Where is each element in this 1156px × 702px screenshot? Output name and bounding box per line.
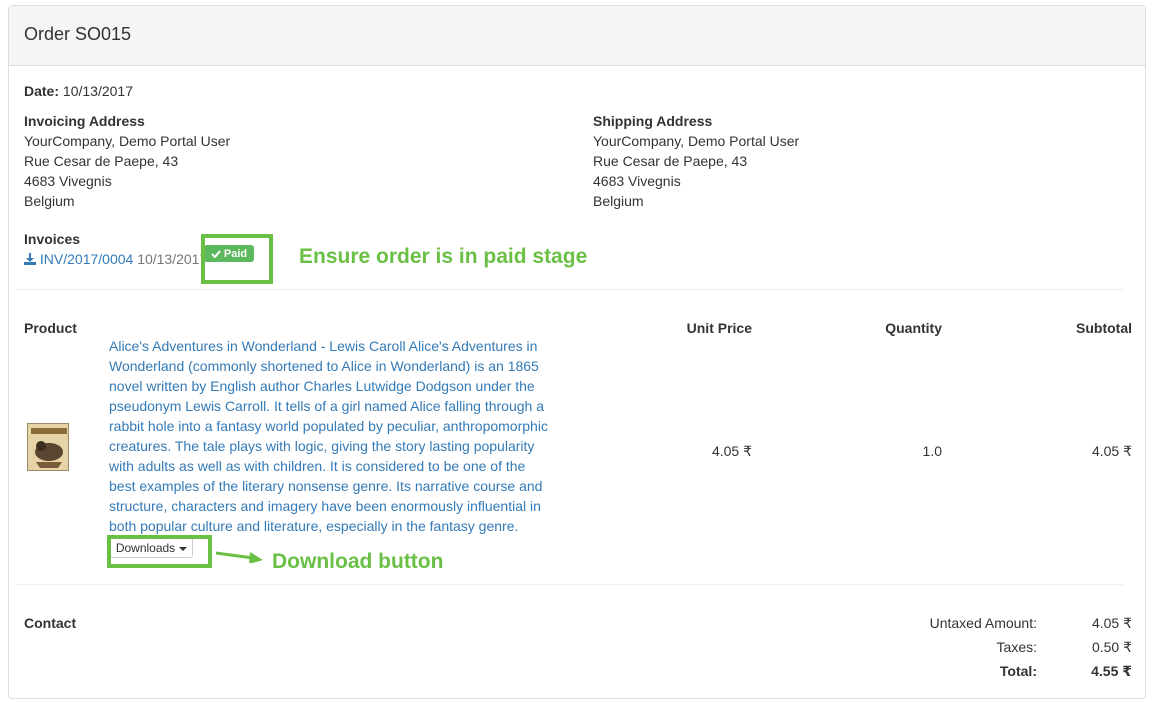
panel-header: Order SO015: [9, 6, 1145, 66]
taxes-label: Taxes:: [996, 639, 1037, 655]
paid-highlight-box: [201, 234, 273, 284]
invoice-date: 10/13/2017: [137, 251, 208, 267]
shipping-line: Rue Cesar de Paepe, 43: [593, 153, 748, 169]
invoicing-heading: Invoicing Address: [24, 113, 145, 129]
untaxed-value: 4.05 ₹: [1091, 615, 1132, 631]
download-highlight-box: [107, 535, 212, 568]
shipping-heading: Shipping Address: [593, 113, 713, 129]
invoicing-line: Belgium: [24, 193, 75, 209]
col-product: Product: [24, 320, 77, 336]
shipping-address: Shipping Address YourCompany, Demo Porta…: [593, 111, 799, 211]
product-thumbnail: [27, 423, 69, 471]
invoice-number: INV/2017/0004: [39, 251, 134, 267]
unit-price-cell: 4.05 ₹: [711, 443, 752, 459]
divider: [15, 584, 1123, 585]
invoicing-address: Invoicing Address YourCompany, Demo Port…: [24, 111, 230, 211]
date-value: 10/13/2017: [62, 83, 133, 99]
col-unit-price: Unit Price: [686, 320, 752, 336]
contact-heading: Contact: [24, 615, 77, 631]
invoicing-line: Rue Cesar de Paepe, 43: [24, 153, 179, 169]
arrow-right-icon: [215, 551, 263, 563]
subtotal-cell: 4.05 ₹: [1091, 443, 1132, 459]
download-annotation: Download button: [272, 550, 444, 573]
shipping-line: Belgium: [593, 193, 644, 209]
col-quantity: Quantity: [885, 320, 942, 336]
invoice-row: INV/2017/0004 10/13/2017: [24, 251, 207, 267]
shipping-line: 4683 Vivegnis: [593, 173, 681, 189]
total-label: Total:: [999, 663, 1037, 679]
page-title: Order SO015: [24, 24, 132, 44]
book-cover-image: [28, 424, 68, 470]
invoicing-line: 4683 Vivegnis: [24, 173, 112, 189]
divider: [15, 289, 1123, 290]
date-label: Date:: [24, 83, 60, 99]
shipping-line: YourCompany, Demo Portal User: [593, 133, 800, 149]
quantity-cell: 1.0: [922, 443, 942, 459]
download-icon: [24, 253, 36, 265]
untaxed-label: Untaxed Amount:: [929, 615, 1037, 631]
product-description[interactable]: Alice's Adventures in Wonderland - Lewis…: [109, 336, 554, 536]
col-subtotal: Subtotal: [1076, 320, 1132, 336]
invoice-link[interactable]: INV/2017/0004: [24, 251, 137, 267]
order-date: Date: 10/13/2017: [24, 83, 133, 99]
taxes-value: 0.50 ₹: [1091, 639, 1132, 655]
paid-annotation: Ensure order is in paid stage: [299, 245, 588, 268]
total-value: 4.55 ₹: [1091, 663, 1132, 679]
invoicing-line: YourCompany, Demo Portal User: [24, 133, 231, 149]
invoices-heading: Invoices: [24, 231, 81, 247]
